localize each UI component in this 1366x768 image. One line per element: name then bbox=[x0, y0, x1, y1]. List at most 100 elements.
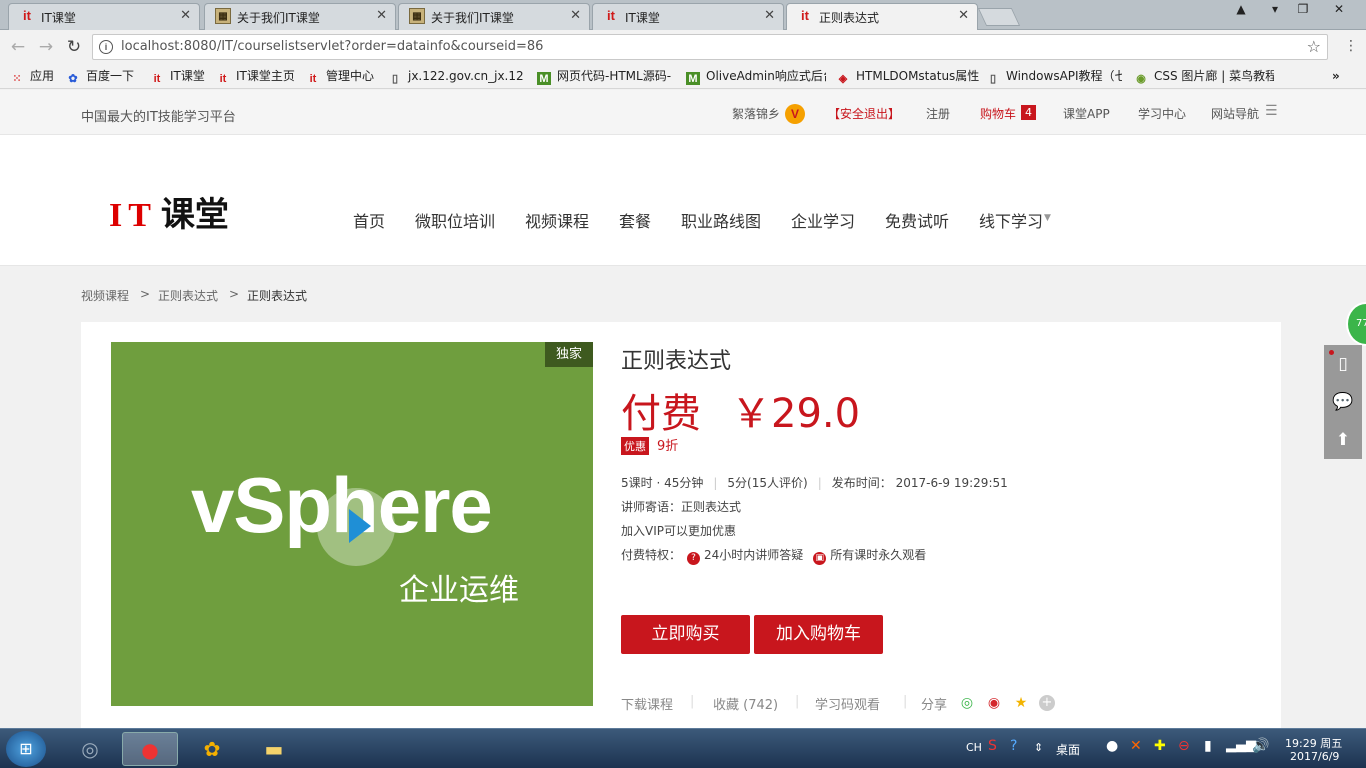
nav-free-trial[interactable]: 免费试听 bbox=[885, 208, 949, 232]
bookmark-item[interactable]: M 网页代码-HTML源码- bbox=[537, 67, 677, 85]
favorite-link[interactable]: 收藏 (742) bbox=[713, 694, 778, 713]
close-icon[interactable]: ✕ bbox=[958, 8, 969, 23]
more-bookmarks-icon[interactable]: » bbox=[1332, 67, 1340, 85]
study-center-link[interactable]: 学习中心 bbox=[1138, 105, 1186, 122]
browser-tab[interactable]: ▦ 关于我们IT课堂 ✕ bbox=[398, 3, 590, 30]
breadcrumb-item[interactable]: 正则表达式 bbox=[158, 287, 218, 304]
restore-icon[interactable]: ❐ bbox=[1290, 0, 1316, 20]
register-link[interactable]: 注册 bbox=[926, 105, 950, 122]
buy-now-button[interactable]: 立即购买 bbox=[621, 615, 750, 654]
address-bar[interactable]: i localhost:8080/IT/courselistservlet?or… bbox=[92, 34, 1328, 60]
close-icon[interactable]: ✕ bbox=[180, 8, 191, 23]
close-window-icon[interactable]: ✕ bbox=[1326, 0, 1352, 20]
browser-tab[interactable]: it IT课堂 ✕ bbox=[8, 3, 200, 30]
site-logo[interactable]: IT 课堂 bbox=[109, 187, 229, 236]
help-icon[interactable]: ? bbox=[1010, 738, 1017, 754]
nav-career-path[interactable]: 职业路线图 bbox=[681, 208, 761, 232]
bookmark-item[interactable]: ▯ WindowsAPI教程（七 bbox=[986, 67, 1122, 85]
back-to-top-icon[interactable]: ⬆ bbox=[1324, 421, 1362, 459]
user-profile-icon[interactable]: ▲ bbox=[1228, 0, 1254, 20]
tab-title: 正则表达式 bbox=[819, 11, 880, 25]
bookmark-apps[interactable]: ⁙ 应用 bbox=[10, 67, 54, 85]
bookmark-label: HTMLDOMstatus属性 bbox=[856, 69, 980, 83]
close-icon[interactable]: ✕ bbox=[570, 8, 581, 23]
block-tray-icon[interactable]: ⊖ bbox=[1178, 738, 1190, 754]
logout-link[interactable]: 【安全退出】 bbox=[828, 105, 900, 122]
clock-time[interactable]: 19:29 周五 bbox=[1285, 735, 1342, 751]
browser-tab[interactable]: it IT课堂 ✕ bbox=[592, 3, 784, 30]
browser-tab[interactable]: ▦ 关于我们IT课堂 ✕ bbox=[204, 3, 396, 30]
volume-icon[interactable]: 🔊 bbox=[1252, 738, 1269, 754]
app-tray-icon[interactable]: ✕ bbox=[1130, 738, 1142, 754]
logo-kt: 课堂 bbox=[160, 195, 229, 235]
play-icon[interactable] bbox=[317, 488, 395, 566]
start-button[interactable]: ⊞ bbox=[6, 731, 46, 767]
bookmark-item[interactable]: ◈ HTMLDOMstatus属性 bbox=[836, 67, 980, 85]
it-favicon-icon: it bbox=[607, 8, 615, 23]
nav-video-courses[interactable]: 视频课程 bbox=[525, 208, 589, 232]
nav-packages[interactable]: 套餐 bbox=[619, 208, 651, 232]
clock-date[interactable]: 2017/6/9 bbox=[1290, 750, 1339, 763]
eclipse-taskbar-icon[interactable]: ◎ bbox=[62, 732, 118, 766]
nav-offline[interactable]: 线下学习 bbox=[979, 208, 1043, 232]
bookmark-star-icon[interactable]: ☆ bbox=[1307, 37, 1321, 56]
add-to-cart-button[interactable]: 加入购物车 bbox=[754, 615, 883, 654]
tray-expand-icon[interactable]: ⇕ bbox=[1034, 741, 1043, 754]
notification-dot bbox=[1329, 350, 1334, 355]
publish-time: 2017-6-9 19:29:51 bbox=[895, 476, 1008, 490]
breadcrumb-item[interactable]: 视频课程 bbox=[81, 287, 129, 304]
nav-micro-job[interactable]: 微职位培训 bbox=[415, 208, 495, 232]
wechat-icon[interactable]: ◎ bbox=[958, 694, 976, 712]
hamburger-menu-icon[interactable]: ☰ bbox=[1265, 103, 1278, 119]
vip-note: 加入VIP可以更加优惠 bbox=[621, 524, 736, 538]
nav-home[interactable]: 首页 bbox=[353, 208, 385, 232]
info-icon[interactable]: i bbox=[99, 40, 113, 54]
course-cover[interactable]: 独家 vSphere 企业运维 bbox=[111, 342, 593, 706]
html-logo-icon: ◈ bbox=[838, 73, 848, 85]
chrome-taskbar-icon[interactable]: ● bbox=[122, 732, 178, 766]
app-link[interactable]: 课堂APP bbox=[1063, 105, 1110, 122]
bookmark-item[interactable]: it 管理中心 bbox=[306, 67, 374, 85]
browser-toolbar: ← → ↻ i localhost:8080/IT/courselistserv… bbox=[0, 30, 1366, 63]
forward-icon[interactable]: → bbox=[35, 36, 57, 58]
site-nav-link[interactable]: 网站导航 bbox=[1211, 105, 1259, 122]
bookmark-item[interactable]: ◉ CSS 图片廊 | 菜鸟教程 bbox=[1134, 67, 1274, 85]
bookmark-item[interactable]: it IT课堂 bbox=[150, 67, 205, 85]
tab-title: 关于我们IT课堂 bbox=[237, 11, 320, 25]
m-logo-icon: M bbox=[686, 72, 700, 85]
download-link[interactable]: 下载课程 bbox=[621, 694, 673, 713]
username-link[interactable]: 絮落锦乡 bbox=[732, 105, 780, 122]
cart-link[interactable]: 购物车 bbox=[980, 105, 1016, 122]
chat-icon[interactable]: 💬 bbox=[1324, 383, 1362, 421]
url-text[interactable]: localhost:8080/IT/courselistservlet?orde… bbox=[121, 39, 543, 54]
sogou-icon[interactable]: S bbox=[988, 738, 997, 754]
reload-icon[interactable]: ↻ bbox=[63, 36, 85, 58]
site-top-bar: 中国最大的IT技能学习平台 絮落锦乡 V 【安全退出】 注册 购物车 4 课堂A… bbox=[0, 90, 1366, 135]
more-share-icon[interactable]: + bbox=[1039, 695, 1055, 711]
bookmark-item[interactable]: it IT课堂主页 bbox=[216, 67, 295, 85]
windows-taskbar: ⊞ ◎ ● ✿ ▬ CH S ? ⇕ 桌面 ● ✕ ✚ ⊖ ▮ ▂▄▆ 🔊 19… bbox=[0, 728, 1366, 768]
weibo-icon[interactable]: ◉ bbox=[985, 694, 1003, 712]
bookmark-item[interactable]: M OliveAdmin响应式后台 bbox=[686, 67, 826, 85]
study-code-link[interactable]: 学习码观看 bbox=[815, 694, 880, 713]
nav-enterprise[interactable]: 企业学习 bbox=[791, 208, 855, 232]
folder-taskbar-icon[interactable]: ▬ bbox=[246, 732, 302, 766]
qzone-star-icon[interactable]: ★ bbox=[1012, 694, 1030, 712]
back-icon[interactable]: ← bbox=[7, 36, 29, 58]
plus-tray-icon[interactable]: ✚ bbox=[1154, 738, 1166, 754]
minimize-icon[interactable]: ▾ bbox=[1262, 0, 1288, 20]
bookmark-item[interactable]: ✿ 百度一下 bbox=[66, 67, 134, 85]
bookmark-label: jx.122.gov.cn_jx.122.g bbox=[408, 69, 524, 83]
browser-menu-icon[interactable]: ⋮ bbox=[1344, 38, 1358, 54]
baidu-taskbar-icon[interactable]: ✿ bbox=[184, 732, 240, 766]
language-indicator[interactable]: CH bbox=[966, 741, 982, 754]
new-tab-button[interactable] bbox=[977, 8, 1021, 26]
speed-ball-icon[interactable]: 77 bbox=[1346, 302, 1366, 346]
browser-tab-active[interactable]: it 正则表达式 ✕ bbox=[786, 3, 978, 31]
close-icon[interactable]: ✕ bbox=[376, 8, 387, 23]
bookmark-item[interactable]: ▯ jx.122.gov.cn_jx.122.g bbox=[388, 67, 524, 85]
qq-icon[interactable]: ● bbox=[1106, 738, 1118, 754]
desktop-label[interactable]: 桌面 bbox=[1056, 741, 1080, 758]
close-icon[interactable]: ✕ bbox=[764, 8, 775, 23]
battery-icon[interactable]: ▮ bbox=[1204, 738, 1212, 754]
